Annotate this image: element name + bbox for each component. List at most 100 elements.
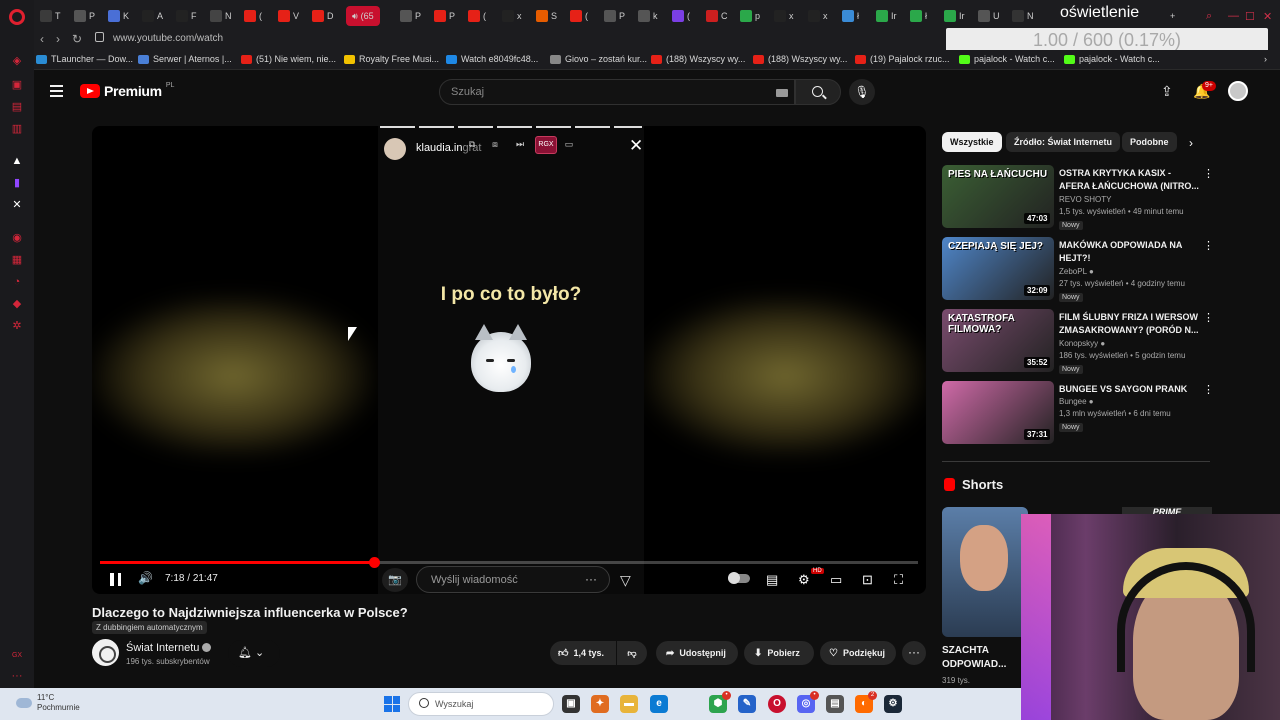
- settings-gear-icon[interactable]: ⚙: [798, 572, 810, 588]
- speaker-icon[interactable]: 🔊︎: [352, 11, 358, 22]
- tab[interactable]: (: [570, 6, 588, 26]
- kebab-menu-icon[interactable]: ⋮: [1203, 383, 1214, 396]
- recommendation-channel[interactable]: Bungee ●: [1059, 397, 1094, 406]
- keyboard-icon[interactable]: [776, 89, 788, 97]
- bookmark-item[interactable]: pajalock - Watch c...: [1064, 54, 1160, 64]
- more-icon[interactable]: ···: [11, 670, 23, 682]
- theater-mode-icon[interactable]: ▭: [830, 572, 842, 588]
- search-button[interactable]: [795, 79, 841, 105]
- messenger-icon[interactable]: ▣: [11, 79, 23, 91]
- lock-icon[interactable]: [95, 32, 104, 42]
- close-overlay-icon[interactable]: ✕: [629, 136, 643, 156]
- share-button[interactable]: ➦ Udostępnij: [656, 641, 738, 665]
- pen-app-icon[interactable]: ✎: [738, 695, 756, 713]
- chips-next-icon[interactable]: ›: [1189, 136, 1193, 150]
- progress-bar[interactable]: [100, 557, 918, 568]
- recommendation-title[interactable]: OSTRA KRYTYKA KASIX - AFERA ŁAŃCUCHOWA (…: [1059, 167, 1199, 193]
- message-input[interactable]: Wyślij wiadomość ···: [416, 566, 610, 593]
- maximize-icon[interactable]: ☐: [1245, 10, 1255, 23]
- url-field[interactable]: www.youtube.com/watch: [113, 33, 223, 44]
- tab[interactable]: x: [774, 6, 794, 26]
- tab[interactable]: N: [1012, 6, 1034, 26]
- scrubber-handle[interactable]: [369, 557, 381, 568]
- kebab-menu-icon[interactable]: ⋮: [1203, 311, 1214, 324]
- new-tab-icon[interactable]: +: [1170, 6, 1175, 26]
- tab[interactable]: C: [706, 6, 728, 26]
- tab[interactable]: p: [740, 6, 760, 26]
- tab[interactable]: Ir: [876, 6, 897, 26]
- account-avatar[interactable]: [1228, 81, 1248, 101]
- tab[interactable]: P: [604, 6, 625, 26]
- gx-icon[interactable]: GX: [11, 650, 23, 662]
- search-tabs-icon[interactable]: ⌕: [1206, 10, 1212, 23]
- send-icon[interactable]: ▽: [620, 572, 631, 589]
- extensions-icon[interactable]: ◆: [11, 298, 23, 310]
- dislike-button[interactable]: 👎︎: [617, 641, 647, 665]
- recommendation-title[interactable]: MAKÓWKA ODPOWIADA NA HEJT?!: [1059, 239, 1199, 265]
- tab[interactable]: F: [176, 6, 197, 26]
- tab[interactable]: A: [142, 6, 163, 26]
- wallet-icon[interactable]: ▦: [11, 254, 23, 266]
- tab[interactable]: x: [808, 6, 828, 26]
- bookmarks-overflow-icon[interactable]: ›: [1264, 54, 1267, 64]
- more-dots-icon[interactable]: ···: [585, 572, 597, 586]
- tab[interactable]: (: [244, 6, 262, 26]
- recommendation-thumbnail[interactable]: KATASTROFA FILMOWA? 35:52: [942, 309, 1054, 372]
- file-explorer-icon[interactable]: ▬: [620, 695, 638, 713]
- tab[interactable]: x: [502, 6, 522, 26]
- autoplay-toggle[interactable]: [728, 572, 750, 584]
- bookmark-item[interactable]: Giovo – zostań kur...: [550, 54, 647, 64]
- short-title[interactable]: SZACHTA ODPOWIAD...: [942, 644, 1022, 672]
- cast-icon[interactable]: ⊡: [862, 572, 873, 588]
- recommendation-thumbnail[interactable]: PIES NA ŁAŃCUCHU 47:03: [942, 165, 1054, 228]
- pause-icon[interactable]: [110, 573, 121, 586]
- bookmark-item[interactable]: pajalock - Watch c...: [959, 54, 1055, 64]
- tab[interactable]: k: [638, 6, 658, 26]
- bookmark-item[interactable]: Royalty Free Musi...: [344, 54, 439, 64]
- back-icon[interactable]: ‹: [40, 32, 44, 46]
- subtitles-icon[interactable]: ▤: [766, 572, 778, 588]
- recommendation-channel[interactable]: REVO SHOTY: [1059, 195, 1111, 204]
- tab[interactable]: ł: [910, 6, 927, 26]
- fullscreen-icon[interactable]: ⛶: [894, 572, 903, 588]
- recommendation-title[interactable]: BUNGEE VS SAYGON PRANK: [1059, 383, 1199, 396]
- voice-search-button[interactable]: 🎙: [849, 79, 875, 105]
- opera-logo-icon[interactable]: [9, 9, 25, 25]
- recommendation-title[interactable]: FILM ŚLUBNY FRIZA I WERSOW ZMASAKROWANY?…: [1059, 311, 1199, 337]
- recommendation-item[interactable]: 37:31 BUNGEE VS SAYGON PRANK Bungee ● 1,3 m…: [942, 381, 1214, 445]
- download-button[interactable]: ⬇ Pobierz: [744, 641, 814, 665]
- taskbar-search[interactable]: Wyszukaj: [408, 692, 554, 716]
- tab[interactable]: V: [278, 6, 299, 26]
- recommendation-item[interactable]: KATASTROFA FILMOWA? 35:52 FILM ŚLUBNY FRIZ…: [942, 309, 1214, 374]
- menu-icon[interactable]: [50, 85, 63, 97]
- tab[interactable]: P: [434, 6, 455, 26]
- popout-icon[interactable]: ⧈: [487, 136, 503, 152]
- steam-icon[interactable]: ⚙: [884, 695, 902, 713]
- volume-icon[interactable]: 🔊: [138, 571, 153, 585]
- bookmark-item[interactable]: Serwer | Aternos |...: [138, 54, 232, 64]
- subscription-bell-button[interactable]: 🔔︎ ⌄: [228, 640, 280, 667]
- bookmark-item[interactable]: (51) Nie wiem, nie...: [241, 54, 336, 64]
- x-icon[interactable]: ✕: [11, 199, 23, 211]
- music-icon[interactable]: ▥: [11, 123, 23, 135]
- bookmark-item[interactable]: (19) Pajalock rzuc...: [855, 54, 950, 64]
- opera-gx-icon[interactable]: O: [768, 695, 786, 713]
- reload-icon[interactable]: ↻: [72, 32, 82, 46]
- more-actions-button[interactable]: ···: [902, 641, 926, 665]
- app-icon[interactable]: ▤: [826, 695, 844, 713]
- settings-icon[interactable]: ✲: [11, 320, 23, 332]
- camera-icon[interactable]: 📷: [382, 568, 408, 592]
- skip-icon[interactable]: ⏭: [512, 136, 528, 152]
- edge-icon[interactable]: e: [650, 695, 668, 713]
- copy-icon[interactable]: ⧉: [464, 136, 480, 152]
- bookmark-item[interactable]: TLauncher — Dow...: [36, 54, 133, 64]
- tab[interactable]: ł: [842, 6, 859, 26]
- tab[interactable]: S: [536, 6, 557, 26]
- weather-widget[interactable]: 11°C Pochmurnie: [16, 693, 80, 713]
- tab[interactable]: P: [400, 6, 421, 26]
- tab[interactable]: U: [978, 6, 1000, 26]
- like-button[interactable]: 👍︎ 1,4 tys.: [550, 641, 616, 665]
- recommendation-item[interactable]: PIES NA ŁAŃCUCHU 47:03 OSTRA KRYTYKA KASIX…: [942, 165, 1214, 230]
- tab[interactable]: N: [210, 6, 232, 26]
- filter-chip[interactable]: Podobne: [1122, 132, 1177, 152]
